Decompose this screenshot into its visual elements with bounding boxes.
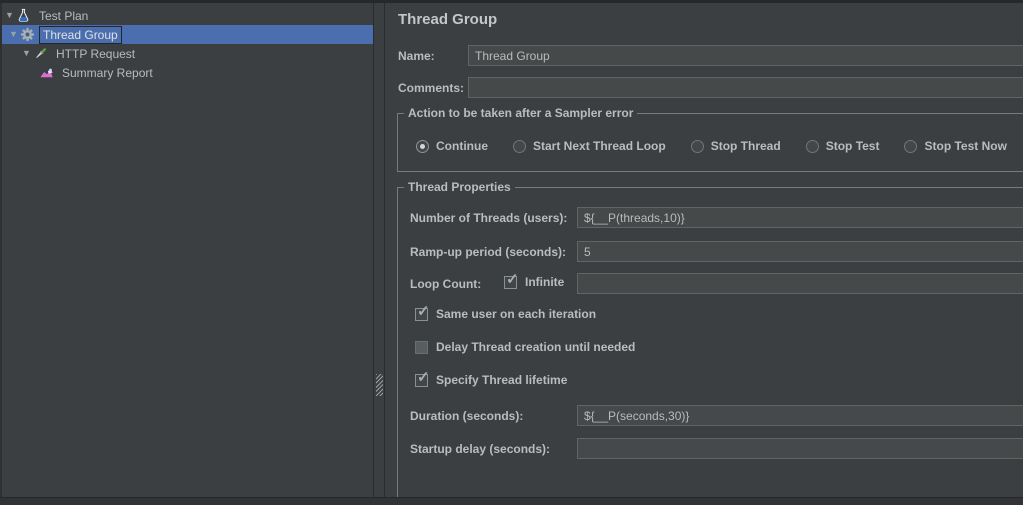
comments-label: Comments:: [398, 81, 464, 95]
expand-arrow-icon[interactable]: ▼: [21, 44, 32, 63]
panel-splitter[interactable]: [373, 3, 385, 497]
http-request-icon: [32, 46, 48, 62]
tree-item-label: HTTP Request: [53, 46, 138, 62]
startup-delay-label: Startup delay (seconds):: [410, 442, 550, 456]
window-bottom-edge: [0, 497, 1023, 505]
duration-input[interactable]: [577, 405, 1023, 426]
ramp-up-label: Ramp-up period (seconds):: [410, 245, 566, 259]
radio-icon[interactable]: [513, 140, 526, 153]
duration-label: Duration (seconds):: [410, 409, 523, 423]
checkbox-icon[interactable]: [415, 341, 428, 354]
radio-icon[interactable]: [691, 140, 704, 153]
sampler-error-group: Action to be taken after a Sampler error…: [397, 113, 1023, 172]
tree-item-test-plan[interactable]: ▼ Test Plan: [2, 6, 373, 25]
radio-stop-test[interactable]: Stop Test: [806, 139, 880, 153]
comments-input[interactable]: [468, 77, 1023, 98]
test-plan-tree: ▼ Test Plan ▼ Thread Group: [0, 3, 373, 497]
specify-thread-lifetime-checkbox-row[interactable]: Specify Thread lifetime: [415, 373, 567, 387]
summary-report-icon: [38, 65, 54, 81]
radio-stop-thread[interactable]: Stop Thread: [691, 139, 781, 153]
ramp-up-input[interactable]: [577, 241, 1023, 262]
loop-count-label: Loop Count:: [410, 277, 481, 291]
checkbox-icon[interactable]: [415, 374, 428, 387]
radio-icon[interactable]: [416, 140, 429, 153]
loop-count-input[interactable]: [577, 273, 1023, 294]
startup-delay-input[interactable]: [577, 438, 1023, 459]
name-input[interactable]: [468, 45, 1023, 66]
infinite-checkbox-row[interactable]: Infinite: [504, 275, 564, 289]
thread-group-icon: [19, 27, 35, 43]
radio-continue[interactable]: Continue: [416, 139, 488, 153]
radio-icon[interactable]: [806, 140, 819, 153]
infinite-label: Infinite: [525, 275, 564, 289]
tree-item-label: Thread Group: [40, 27, 121, 43]
thread-group-config-panel: Thread Group Name: Comments: Action to b…: [385, 3, 1023, 497]
test-plan-icon: [15, 8, 31, 24]
tree-item-label: Test Plan: [36, 8, 91, 24]
checkbox-icon[interactable]: [415, 308, 428, 321]
tree-item-thread-group[interactable]: ▼ Thread Group: [2, 25, 373, 44]
delay-thread-creation-checkbox-row[interactable]: Delay Thread creation until needed: [415, 340, 635, 354]
splitter-grip-icon[interactable]: [376, 374, 383, 396]
sampler-error-radio-row: Continue Start Next Thread Loop Stop Thr…: [416, 139, 1007, 153]
expand-arrow-icon[interactable]: ▼: [8, 25, 19, 44]
expand-arrow-icon[interactable]: ▼: [4, 6, 15, 25]
thread-properties-legend: Thread Properties: [404, 180, 515, 194]
tree-item-label: Summary Report: [59, 65, 156, 81]
tree-item-summary-report[interactable]: Summary Report: [2, 63, 373, 82]
same-user-checkbox-row[interactable]: Same user on each iteration: [415, 307, 596, 321]
sampler-error-legend: Action to be taken after a Sampler error: [404, 106, 637, 120]
radio-start-next-thread-loop[interactable]: Start Next Thread Loop: [513, 139, 666, 153]
num-threads-input[interactable]: [577, 207, 1023, 228]
num-threads-label: Number of Threads (users):: [410, 211, 567, 225]
radio-stop-test-now[interactable]: Stop Test Now: [904, 139, 1006, 153]
tree-item-http-request[interactable]: ▼ HTTP Request: [2, 44, 373, 63]
page-title: Thread Group: [398, 11, 497, 28]
checkbox-icon[interactable]: [504, 276, 517, 289]
name-label: Name:: [398, 49, 435, 63]
radio-icon[interactable]: [904, 140, 917, 153]
